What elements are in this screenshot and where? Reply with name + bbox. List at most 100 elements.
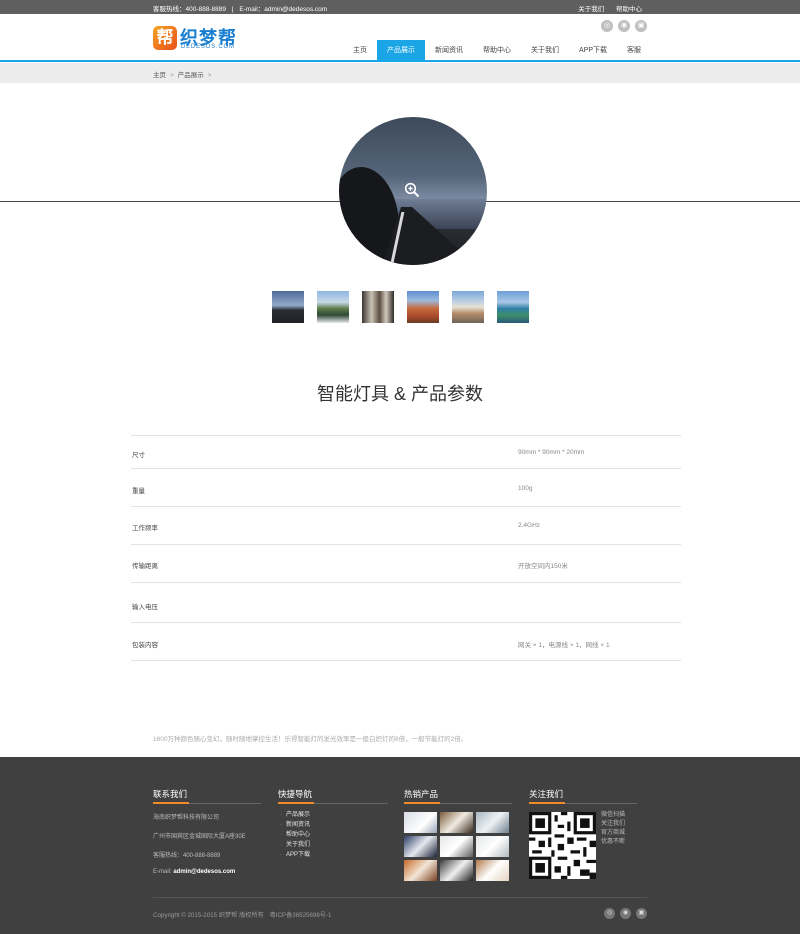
top-links: 关于我们 帮助中心 [568, 3, 642, 13]
hot-product-thumb[interactable] [440, 860, 473, 881]
top-contact: 客服热线：400-888-8889 | E-mail：admin@dedesos… [153, 3, 331, 13]
footer-link-products[interactable]: 产品展示 [280, 810, 310, 820]
product-title: 智能灯具 & 产品参数 [316, 384, 483, 404]
spec-label: 工作频率 [132, 525, 158, 532]
icp-number[interactable]: 粤ICP备36525698号-1 [270, 912, 332, 919]
header-social: ◎ ◉ ▣ [598, 20, 647, 32]
top-hotline: 客服热线：400-888-8889 [153, 6, 226, 13]
nav-products[interactable]: 产品展示 [377, 40, 425, 62]
spec-value: 2.4GHz [518, 522, 541, 529]
footer-social: ◎ ◉ ▣ [601, 908, 647, 919]
breadcrumb-bar: 主页 > 产品展示 > [0, 63, 800, 83]
thumbnail[interactable] [497, 291, 529, 323]
thumbnail[interactable] [272, 291, 304, 323]
breadcrumb-sep: > [207, 72, 212, 79]
spec-label: 尺寸 [132, 452, 145, 459]
top-link-about[interactable]: 关于我们 [578, 6, 604, 13]
nav-app[interactable]: APP下载 [569, 40, 617, 62]
spec-row: 重量 100g [131, 469, 681, 507]
breadcrumb-home[interactable]: 主页 [153, 72, 166, 79]
follow-line: 微信扫描 [601, 812, 626, 818]
footer-divider [153, 897, 647, 898]
footer-hot-title: 热销产品 [404, 788, 512, 804]
top-email: E-mail：admin@dedesos.com [239, 6, 328, 13]
copyright-text: Copyright © 2015-2015 织梦帮 版权所有 [153, 912, 264, 919]
breadcrumb-products[interactable]: 产品展示 [178, 72, 204, 79]
thumbnail[interactable] [452, 291, 484, 323]
nav-about[interactable]: 关于我们 [521, 40, 569, 62]
hot-product-thumb[interactable] [404, 836, 437, 857]
spec-label: 重量 [132, 488, 145, 495]
spec-row: 传输距离 开放空间内150米 [131, 545, 681, 583]
spec-row: 工作频率 2.4GHz [131, 507, 681, 545]
spec-value: 网关 × 1，电源线 × 1，网线 × 1 [518, 642, 610, 649]
spec-row: 包装内容 网关 × 1，电源线 × 1，网线 × 1 [131, 623, 681, 661]
cart-icon[interactable]: ▣ [635, 20, 647, 32]
hot-product-thumb[interactable] [476, 812, 509, 833]
spec-label: 传输距离 [132, 563, 158, 570]
footer-link-about[interactable]: 关于我们 [280, 840, 310, 850]
top-divider: | [231, 6, 234, 13]
thumbnail[interactable] [362, 291, 394, 323]
footer-email[interactable]: admin@dedesos.com [173, 869, 235, 875]
nav-service[interactable]: 客服 [617, 40, 651, 62]
follow-line: 官方商城 [601, 830, 626, 836]
breadcrumb-sep: > [170, 72, 174, 79]
footer-email-line: E-mail: admin@dedesos.com [153, 869, 235, 875]
hot-product-thumb[interactable] [404, 812, 437, 833]
spec-label: 包装内容 [132, 642, 158, 649]
thumbnail[interactable] [317, 291, 349, 323]
wechat-icon[interactable]: ◉ [620, 908, 632, 919]
footer-quicknav-title: 快捷导航 [278, 788, 388, 804]
hot-product-thumb[interactable] [476, 860, 509, 881]
spec-value: 开放空间内150米 [518, 563, 568, 570]
top-bar: 客服热线：400-888-8889 | E-mail：admin@dedesos… [0, 0, 800, 14]
hot-product-thumb[interactable] [476, 836, 509, 857]
spec-value: 90mm * 90mm * 20mm [518, 449, 585, 456]
footer-follow: 关注我们 微信扫描 关注我们 官方商城 优惠不断 [529, 788, 637, 879]
specs-table: 尺寸 90mm * 90mm * 20mm 重量 100g 工作频率 2.4GH… [131, 435, 681, 661]
follow-line: 优惠不断 [601, 839, 626, 845]
footer-link-app[interactable]: APP下载 [280, 850, 310, 860]
logo-domain: DEDESOS.COM [181, 44, 235, 50]
top-link-help[interactable]: 帮助中心 [616, 6, 642, 13]
product-description: 1600万种颜色随心变幻，随时随地掌控生活！乐得智能灯的发光效率是一般白炽灯的8… [153, 736, 468, 743]
footer-address: 广州市国宾区金城国际大厦A座30E [153, 834, 246, 840]
footer-link-help[interactable]: 帮助中心 [280, 830, 310, 840]
spec-value: 100g [518, 485, 533, 492]
site-header: 帮 织梦帮 DEDESOS.COM ◎ ◉ ▣ 主页 产品展示 新闻资讯 帮助中… [0, 14, 800, 62]
spec-row: 尺寸 90mm * 90mm * 20mm [131, 436, 681, 469]
qr-code-icon [529, 812, 596, 879]
footer-email-label: E-mail: [153, 869, 172, 875]
wechat-icon[interactable]: ◉ [618, 20, 631, 32]
footer-follow-title: 关注我们 [529, 788, 637, 804]
main-nav: 主页 产品展示 新闻资讯 帮助中心 关于我们 APP下载 客服 [343, 40, 651, 62]
nav-help[interactable]: 帮助中心 [473, 40, 521, 62]
nav-news[interactable]: 新闻资讯 [425, 40, 473, 62]
nav-home[interactable]: 主页 [343, 40, 377, 62]
follow-line: 关注我们 [601, 821, 626, 827]
zoom-in-icon[interactable] [404, 182, 420, 198]
thumbnail[interactable] [407, 291, 439, 323]
hot-product-thumb[interactable] [440, 836, 473, 857]
copyright: Copyright © 2015-2015 织梦帮 版权所有 粤ICP备3652… [153, 910, 335, 919]
weibo-icon[interactable]: ◎ [601, 20, 614, 32]
hot-product-thumb[interactable] [404, 860, 437, 881]
footer-contact: 联系我们 海南织梦帮科技有限公司 广州市国宾区金城国际大厦A座30E 客服热线：… [153, 788, 261, 875]
site-footer: 联系我们 海南织梦帮科技有限公司 广州市国宾区金城国际大厦A座30E 客服热线：… [0, 757, 800, 934]
footer-hot-products: 热销产品 [404, 788, 512, 881]
weibo-icon[interactable]: ◎ [604, 908, 616, 919]
breadcrumb: 主页 > 产品展示 > [153, 69, 216, 79]
cart-icon[interactable]: ▣ [636, 908, 647, 919]
footer-link-news[interactable]: 新闻资讯 [280, 820, 310, 830]
spec-label: 输入电压 [132, 604, 158, 611]
spec-row: 输入电压 [131, 583, 681, 623]
site-logo[interactable]: 帮 织梦帮 DEDESOS.COM [153, 24, 249, 52]
hot-product-thumb[interactable] [440, 812, 473, 833]
follow-text: 微信扫描 关注我们 官方商城 优惠不断 [601, 811, 625, 847]
footer-quicknav: 快捷导航 产品展示 新闻资讯 帮助中心 关于我们 APP下载 [278, 788, 388, 858]
footer-hotline: 客服热线：400-888-8889 [153, 853, 221, 859]
footer-company: 海南织梦帮科技有限公司 [153, 815, 220, 821]
logo-mark: 帮 [153, 26, 177, 50]
footer-contact-title: 联系我们 [153, 788, 261, 804]
